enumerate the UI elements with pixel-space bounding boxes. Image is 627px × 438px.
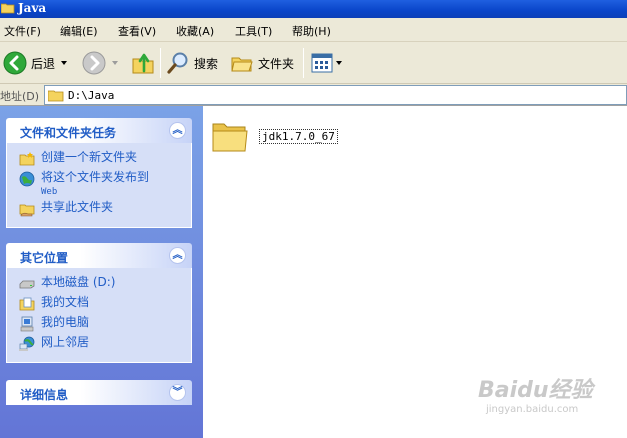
address-bar: 地址(D) D:\Java xyxy=(0,84,627,106)
views-button[interactable] xyxy=(311,53,342,73)
panel-title: 详细信息 xyxy=(20,388,69,402)
place-local-disk[interactable]: 本地磁盘 (D:) xyxy=(7,274,191,294)
address-input[interactable]: D:\Java xyxy=(44,85,627,105)
title-bar: Java xyxy=(0,0,627,18)
views-icon xyxy=(311,53,333,73)
forward-arrow-icon xyxy=(82,51,106,75)
chevron-down-icon[interactable] xyxy=(61,61,68,65)
chevron-down-icon[interactable] xyxy=(336,61,342,65)
other-places-panel: 其它位置 ︽ 本地磁盘 (D:) 我的文档 我的电脑 网上邻居 xyxy=(6,243,192,363)
folder-name: jdk1.7.0_67 xyxy=(259,128,338,144)
up-folder-icon xyxy=(132,53,154,74)
task-new-folder[interactable]: 创建一个新文件夹 xyxy=(7,149,191,169)
folders-button[interactable]: 文件夹 xyxy=(230,51,294,75)
panel-header[interactable]: 详细信息 ︾ xyxy=(6,380,192,405)
address-value: D:\Java xyxy=(68,88,115,102)
file-list: jdk1.7.0_67 Baidu经验 jingyan.baidu.com xyxy=(203,106,627,438)
menu-help[interactable]: 帮助(H) xyxy=(292,23,331,39)
folder-icon xyxy=(1,3,15,14)
chevron-down-icon[interactable] xyxy=(112,61,118,65)
new-folder-icon xyxy=(19,152,35,166)
toolbar-separator xyxy=(160,48,161,78)
disk-drive-icon xyxy=(19,280,35,289)
menu-file[interactable]: 文件(F) xyxy=(4,23,41,39)
back-button[interactable]: 后退 xyxy=(3,51,68,75)
window-title: Java xyxy=(18,1,47,15)
computer-icon xyxy=(20,316,34,332)
toolbar: 后退 搜索 文件夹 xyxy=(0,42,627,84)
place-my-documents[interactable]: 我的文档 xyxy=(7,294,191,314)
panel-body: 本地磁盘 (D:) 我的文档 我的电脑 网上邻居 xyxy=(6,268,192,363)
forward-button[interactable] xyxy=(82,51,118,75)
task-publish-web[interactable]: 将这个文件夹发布到 Web xyxy=(7,169,191,199)
collapse-icon[interactable]: ︽ xyxy=(169,122,186,139)
watermark-url: jingyan.baidu.com xyxy=(486,404,579,415)
back-arrow-icon xyxy=(3,51,27,75)
task-label: 共享此文件夹 xyxy=(41,200,114,214)
watermark-brand: Baidu经验 xyxy=(478,378,593,403)
details-panel: 详细信息 ︾ xyxy=(6,380,192,405)
panel-title: 其它位置 xyxy=(20,251,69,265)
place-my-computer[interactable]: 我的电脑 xyxy=(7,314,191,334)
menu-edit[interactable]: 编辑(E) xyxy=(60,23,98,39)
menu-view[interactable]: 查看(V) xyxy=(118,23,156,39)
toolbar-separator xyxy=(303,48,304,78)
menu-bar: 文件(F) 编辑(E) 查看(V) 收藏(A) 工具(T) 帮助(H) xyxy=(0,18,627,42)
back-label: 后退 xyxy=(31,56,56,71)
folder-icon xyxy=(212,123,248,152)
folder-item[interactable]: jdk1.7.0_67 xyxy=(211,118,338,154)
search-label: 搜索 xyxy=(194,56,219,71)
task-label: 创建一个新文件夹 xyxy=(41,150,138,164)
place-label: 网上邻居 xyxy=(41,335,90,349)
place-label: 我的文档 xyxy=(41,295,90,309)
folders-icon xyxy=(231,57,253,72)
search-icon xyxy=(167,52,188,74)
watermark: Baidu经验 jingyan.baidu.com xyxy=(478,372,593,415)
panel-title: 文件和文件夹任务 xyxy=(20,126,117,140)
panel-header[interactable]: 其它位置 ︽ xyxy=(6,243,192,268)
address-label: 地址(D) xyxy=(0,90,40,103)
search-button[interactable]: 搜索 xyxy=(166,51,218,75)
share-folder-icon xyxy=(19,204,35,217)
collapse-icon[interactable]: ︽ xyxy=(169,247,186,264)
place-label: 我的电脑 xyxy=(41,315,90,329)
place-label: 本地磁盘 (D:) xyxy=(41,275,116,289)
network-icon xyxy=(19,336,35,351)
panel-header[interactable]: 文件和文件夹任务 ︽ xyxy=(6,118,192,143)
up-folder-button[interactable] xyxy=(131,51,155,75)
folders-label: 文件夹 xyxy=(258,56,295,71)
menu-tools[interactable]: 工具(T) xyxy=(235,23,272,39)
file-tasks-panel: 文件和文件夹任务 ︽ 创建一个新文件夹 将这个文件夹发布到 Web 共享此文件夹 xyxy=(6,118,192,228)
expand-icon[interactable]: ︾ xyxy=(169,384,186,401)
task-share-folder[interactable]: 共享此文件夹 xyxy=(7,199,191,219)
task-label: 将这个文件夹发布到 Web xyxy=(41,170,150,198)
task-pane: 文件和文件夹任务 ︽ 创建一个新文件夹 将这个文件夹发布到 Web 共享此文件夹… xyxy=(0,106,203,438)
my-documents-icon xyxy=(19,297,35,311)
panel-body: 创建一个新文件夹 将这个文件夹发布到 Web 共享此文件夹 xyxy=(6,143,192,228)
menu-favorites[interactable]: 收藏(A) xyxy=(176,23,214,39)
folder-icon xyxy=(48,90,64,101)
globe-icon xyxy=(19,171,35,187)
place-network[interactable]: 网上邻居 xyxy=(7,334,191,354)
